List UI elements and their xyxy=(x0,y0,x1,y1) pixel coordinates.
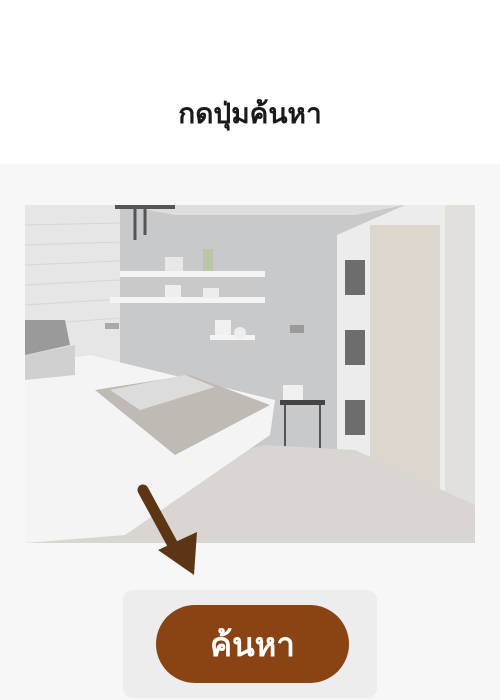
down-arrow-icon xyxy=(137,484,197,575)
bedroom-photo xyxy=(25,205,475,543)
search-button[interactable]: ค้นหา xyxy=(156,605,349,683)
instruction-title: กดปุ่มค้นหา xyxy=(178,97,322,130)
